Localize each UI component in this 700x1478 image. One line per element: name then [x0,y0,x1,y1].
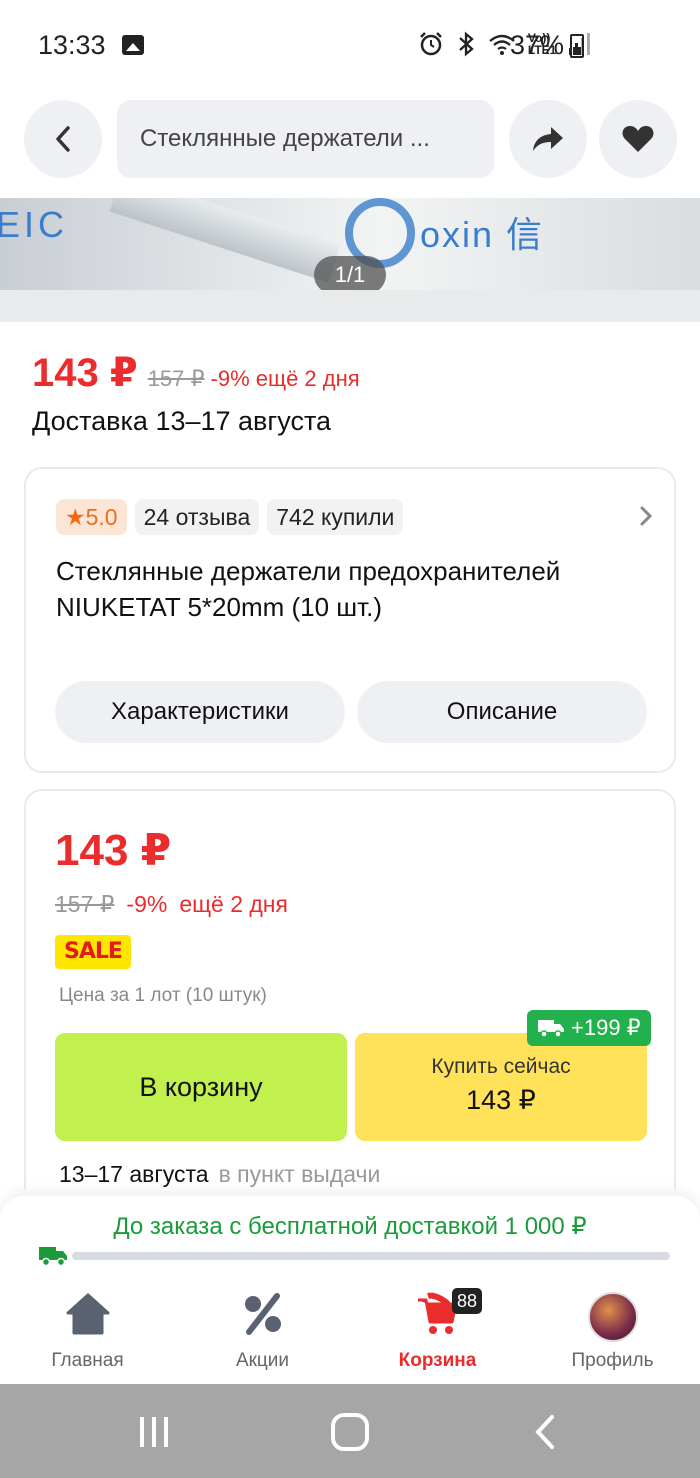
percent-icon [244,1293,281,1335]
price-old: 157 ₽ [147,366,205,391]
pickup-place: в пункт выдачи [218,1161,381,1187]
product-title: Стеклянные держатели предохранителей NIU… [56,556,561,622]
offer-card: 143 ₽ 157 ₽ -9% ещё 2 дня SALE Цена за 1… [24,789,676,1189]
free-shipping-progress [72,1252,670,1260]
price-summary: 143 ₽ 157 ₽ -9% ещё 2 дня [32,350,360,396]
add-to-cart-button[interactable]: В корзину [55,1033,347,1141]
free-shipping-banner[interactable]: До заказа с бесплатной доставкой 1 000 ₽ [0,1196,700,1276]
product-image-gallery[interactable]: EIC oxin 信 1/1 [0,198,700,290]
offer-discount: -9% [126,891,168,917]
nav-item-home[interactable]: Главная [0,1276,175,1384]
status-bar: 13:33 Vo)) LTE1 37% [0,0,700,92]
home-nav-icon[interactable] [330,1412,370,1452]
sale-badge: SALE [55,935,131,969]
bought-chip: 742 купили [267,499,404,535]
bluetooth-icon [458,31,474,57]
gallery-notification-icon [122,35,144,55]
alarm-icon [419,32,442,56]
product-stats: ★5.0 24 отзыва 742 купили [56,499,404,535]
buy-now-button[interactable]: Купить сейчас 143 ₽ [355,1033,647,1141]
battery-percent: 37% [510,30,565,60]
pickup-info: 13–17 августа в пункт выдачи [59,1161,380,1188]
status-icons: Vo)) LTE1 [418,30,590,57]
lot-note: Цена за 1 лот (10 штук) [59,985,267,1006]
chevron-right-icon[interactable] [638,505,654,527]
specs-button[interactable]: Характеристики [55,681,345,743]
pickup-date: 13–17 августа [59,1161,209,1187]
delivery-truck-icon [39,1247,67,1267]
favorite-button[interactable] [599,100,677,178]
nav-label-home: Главная [51,1350,124,1371]
shipping-cost-badge: +199 ₽ [527,1010,651,1046]
cart-count-badge: 88 [452,1288,483,1314]
buy-now-label: Купить сейчас [431,1055,571,1078]
nav-label-cart: Корзина [398,1350,477,1371]
price-discount: -9% ещё 2 дня [210,366,360,391]
back-button[interactable] [24,100,102,178]
nav-item-promo[interactable]: Акции [175,1276,350,1384]
description-button[interactable]: Описание [357,681,647,743]
status-time: 13:33 [38,30,106,60]
nav-label-profile: Профиль [571,1350,654,1371]
battery-icon [570,34,584,58]
chevron-left-icon [56,126,70,152]
image-watermark-left: EIC [0,204,69,245]
image-watermark-right: oxin 信 [420,214,545,255]
nav-item-profile[interactable]: Профиль [525,1276,700,1384]
rating-value: 5.0 [85,504,118,530]
offer-discount-row: 157 ₽ -9% ещё 2 дня [55,891,288,918]
avatar [587,1292,638,1342]
back-nav-icon[interactable] [530,1412,560,1452]
delivery-date: Доставка 13–17 августа [32,406,332,436]
star-icon: ★ [65,504,86,530]
android-nav-bar [0,1384,700,1478]
delivery-truck-icon [538,1020,564,1038]
share-button[interactable] [509,100,587,178]
free-shipping-text: До заказа с бесплатной доставкой 1 000 ₽ [113,1213,587,1240]
gallery-counter: 1/1 [314,256,386,290]
product-info-card: ★5.0 24 отзыва 742 купили Стеклянные дер… [24,467,676,773]
offer-old-price: 157 ₽ [55,891,115,917]
share-arrow-icon [533,127,563,151]
buy-now-price: 143 ₽ [466,1085,536,1115]
shipping-cost: +199 ₽ [571,1015,641,1040]
nav-label-promo: Акции [235,1350,290,1371]
rating-chip[interactable]: ★5.0 [56,499,127,535]
price-current: 143 ₽ [32,351,138,395]
nav-item-cart[interactable]: Корзина [350,1276,525,1384]
recent-apps-icon[interactable] [136,1414,172,1450]
home-icon [66,1293,109,1335]
gallery-divider [0,290,700,322]
bottom-nav: Главная Акции Корзина Профиль [0,1276,700,1384]
search-field[interactable]: Стеклянные держатели ... [117,100,494,178]
reviews-chip[interactable]: 24 отзыва [134,499,260,535]
offer-price: 143 ₽ [55,826,172,875]
top-bar: Стеклянные держатели ... [0,92,700,192]
offer-days-left: ещё 2 дня [179,891,288,917]
heart-icon [622,126,654,152]
product-image [109,198,341,283]
